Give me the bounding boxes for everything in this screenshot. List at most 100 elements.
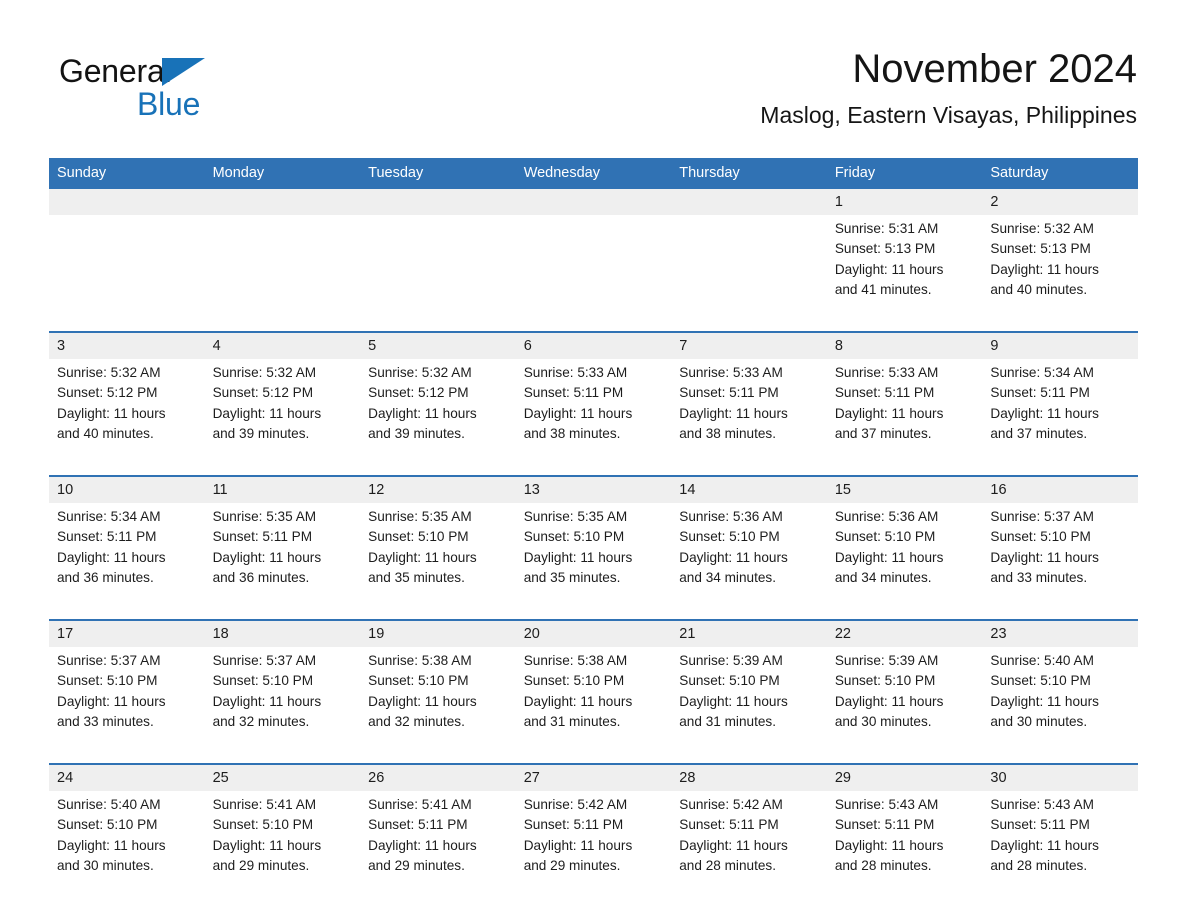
day-number[interactable]: 16 — [982, 475, 1138, 503]
day-number[interactable]: 8 — [826, 331, 983, 359]
sunset-text: Sunset: 5:10 PM — [57, 817, 158, 833]
day-details[interactable]: Sunrise: 5:35 AM Sunset: 5:10 PM Daylight:… — [515, 503, 672, 620]
day-number[interactable]: 13 — [515, 475, 672, 503]
day-number[interactable]: 18 — [204, 619, 361, 647]
week-row-details: Sunrise: 5:32 AM Sunset: 5:12 PM Daylight:… — [49, 359, 1138, 476]
daylight-text-line2: and 29 minutes. — [523, 857, 621, 873]
day-number[interactable]: 2 — [982, 189, 1138, 215]
day-number[interactable]: 28 — [671, 763, 827, 791]
day-details[interactable]: Sunrise: 5:33 AM Sunset: 5:11 PM Daylight:… — [515, 359, 672, 476]
day-details[interactable]: Sunrise: 5:34 AM Sunset: 5:11 PM Daylight:… — [982, 359, 1138, 476]
sunrise-text: Sunrise: 5:42 AM — [523, 797, 628, 812]
calendar-header-row: Sunday Monday Tuesday Wednesday Thursday… — [49, 158, 1138, 189]
empty-day-number — [204, 189, 361, 215]
day-number[interactable]: 6 — [515, 331, 672, 359]
daylight-text-line1: Daylight: 11 hours — [212, 405, 322, 421]
sunrise-text: Sunrise: 5:35 AM — [368, 509, 472, 524]
sunrise-text: Sunrise: 5:33 AM — [679, 365, 783, 380]
day-details[interactable]: Sunrise: 5:32 AM Sunset: 5:12 PM Daylight:… — [204, 359, 361, 476]
day-details[interactable]: Sunrise: 5:43 AM Sunset: 5:11 PM Daylight:… — [982, 791, 1138, 907]
daylight-text-line2: and 29 minutes. — [368, 857, 465, 873]
day-number[interactable]: 26 — [360, 763, 516, 791]
daylight-text-line2: and 31 minutes. — [523, 713, 621, 729]
day-details[interactable]: Sunrise: 5:40 AM Sunset: 5:10 PM Daylight:… — [982, 647, 1138, 764]
day-number[interactable]: 12 — [360, 475, 516, 503]
sunset-text: Sunset: 5:13 PM — [990, 241, 1091, 257]
day-number[interactable]: 15 — [826, 475, 983, 503]
day-details[interactable]: Sunrise: 5:33 AM Sunset: 5:11 PM Daylight:… — [826, 359, 983, 476]
daylight-text-line1: Daylight: 11 hours — [834, 405, 944, 421]
day-number[interactable]: 27 — [515, 763, 672, 791]
day-number[interactable]: 30 — [982, 763, 1138, 791]
weekday-header-thursday: Thursday — [671, 158, 827, 189]
day-number[interactable]: 4 — [204, 331, 361, 359]
day-details[interactable]: Sunrise: 5:38 AM Sunset: 5:10 PM Daylight:… — [515, 647, 672, 764]
day-details[interactable]: Sunrise: 5:41 AM Sunset: 5:10 PM Daylight:… — [204, 791, 361, 907]
daylight-text-line2: and 30 minutes. — [57, 857, 154, 873]
page-title: November 2024 — [852, 47, 1137, 91]
daylight-text-line1: Daylight: 11 hours — [990, 261, 1099, 277]
weekday-header-friday: Friday — [826, 158, 983, 189]
day-number[interactable]: 19 — [360, 619, 516, 647]
sunset-text: Sunset: 5:11 PM — [212, 529, 313, 545]
empty-day-details — [49, 215, 205, 332]
day-number[interactable]: 23 — [982, 619, 1138, 647]
day-number[interactable]: 3 — [49, 331, 205, 359]
day-number[interactable]: 24 — [49, 763, 205, 791]
sunset-text: Sunset: 5:11 PM — [834, 817, 935, 833]
day-details[interactable]: Sunrise: 5:39 AM Sunset: 5:10 PM Daylight:… — [826, 647, 983, 764]
weekday-header-saturday: Saturday — [982, 158, 1138, 189]
day-details[interactable]: Sunrise: 5:32 AM Sunset: 5:12 PM Daylight:… — [360, 359, 516, 476]
daylight-text-line2: and 32 minutes. — [368, 713, 465, 729]
day-details[interactable]: Sunrise: 5:31 AM Sunset: 5:13 PM Daylight:… — [826, 215, 983, 332]
day-number[interactable]: 25 — [204, 763, 361, 791]
sunset-text: Sunset: 5:11 PM — [523, 817, 624, 833]
day-details[interactable]: Sunrise: 5:40 AM Sunset: 5:10 PM Daylight:… — [49, 791, 205, 907]
sunrise-text: Sunrise: 5:33 AM — [523, 365, 628, 380]
day-details[interactable]: Sunrise: 5:33 AM Sunset: 5:11 PM Daylight:… — [671, 359, 827, 476]
location-subtitle: Maslog, Eastern Visayas, Philippines — [760, 102, 1137, 128]
day-details[interactable]: Sunrise: 5:32 AM Sunset: 5:13 PM Daylight:… — [982, 215, 1138, 332]
day-number[interactable]: 17 — [49, 619, 205, 647]
day-number[interactable]: 22 — [826, 619, 983, 647]
day-details[interactable]: Sunrise: 5:37 AM Sunset: 5:10 PM Daylight:… — [49, 647, 205, 764]
day-details[interactable]: Sunrise: 5:35 AM Sunset: 5:10 PM Daylight:… — [360, 503, 516, 620]
day-number[interactable]: 5 — [360, 331, 516, 359]
day-details[interactable]: Sunrise: 5:35 AM Sunset: 5:11 PM Daylight:… — [204, 503, 361, 620]
triangle-flag-icon — [162, 58, 205, 86]
sunset-text: Sunset: 5:12 PM — [57, 385, 158, 401]
general-blue-logo[interactable]: General Blue — [59, 54, 319, 140]
daylight-text-line2: and 28 minutes. — [990, 857, 1088, 873]
daylight-text-line2: and 33 minutes. — [57, 713, 154, 729]
daylight-text-line2: and 36 minutes. — [57, 569, 154, 585]
sunrise-text: Sunrise: 5:37 AM — [212, 653, 317, 668]
sunset-text: Sunset: 5:10 PM — [368, 529, 469, 545]
sunset-text: Sunset: 5:11 PM — [679, 385, 779, 401]
sunrise-text: Sunrise: 5:36 AM — [679, 509, 783, 524]
day-details[interactable]: Sunrise: 5:38 AM Sunset: 5:10 PM Daylight:… — [360, 647, 516, 764]
daylight-text-line2: and 35 minutes. — [523, 569, 621, 585]
daylight-text-line1: Daylight: 11 hours — [834, 549, 944, 565]
day-number[interactable]: 9 — [982, 331, 1138, 359]
day-details[interactable]: Sunrise: 5:42 AM Sunset: 5:11 PM Daylight:… — [515, 791, 672, 907]
day-details[interactable]: Sunrise: 5:37 AM Sunset: 5:10 PM Daylight:… — [204, 647, 361, 764]
day-number[interactable]: 10 — [49, 475, 205, 503]
day-number[interactable]: 29 — [826, 763, 983, 791]
day-details[interactable]: Sunrise: 5:43 AM Sunset: 5:11 PM Daylight:… — [826, 791, 983, 907]
day-details[interactable]: Sunrise: 5:42 AM Sunset: 5:11 PM Daylight:… — [671, 791, 827, 907]
day-number[interactable]: 7 — [671, 331, 827, 359]
day-number[interactable]: 1 — [826, 189, 983, 215]
day-details[interactable]: Sunrise: 5:41 AM Sunset: 5:11 PM Daylight:… — [360, 791, 516, 907]
day-details[interactable]: Sunrise: 5:32 AM Sunset: 5:12 PM Daylight:… — [49, 359, 205, 476]
day-details[interactable]: Sunrise: 5:36 AM Sunset: 5:10 PM Daylight:… — [826, 503, 983, 620]
sunset-text: Sunset: 5:11 PM — [679, 817, 779, 833]
day-details[interactable]: Sunrise: 5:34 AM Sunset: 5:11 PM Daylight:… — [49, 503, 205, 620]
day-details[interactable]: Sunrise: 5:36 AM Sunset: 5:10 PM Daylight:… — [671, 503, 827, 620]
day-number[interactable]: 21 — [671, 619, 827, 647]
daylight-text-line2: and 28 minutes. — [834, 857, 932, 873]
day-number[interactable]: 11 — [204, 475, 361, 503]
day-details[interactable]: Sunrise: 5:39 AM Sunset: 5:10 PM Daylight:… — [671, 647, 827, 764]
day-number[interactable]: 14 — [671, 475, 827, 503]
day-details[interactable]: Sunrise: 5:37 AM Sunset: 5:10 PM Daylight:… — [982, 503, 1138, 620]
day-number[interactable]: 20 — [515, 619, 672, 647]
